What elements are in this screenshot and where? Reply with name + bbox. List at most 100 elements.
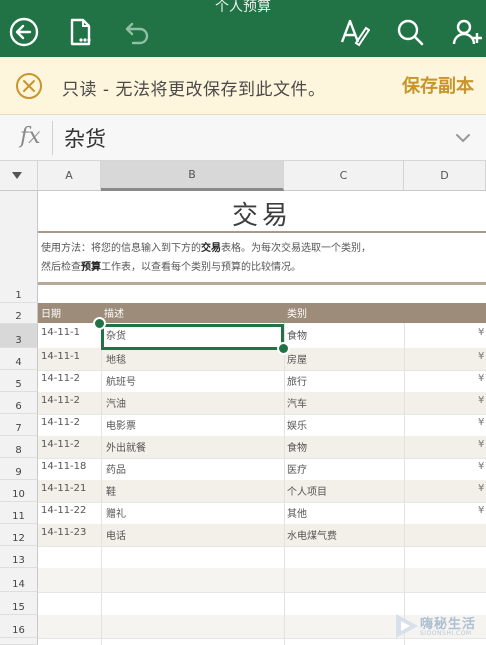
row-header-2[interactable]: 2 xyxy=(0,303,38,324)
undo-button[interactable] xyxy=(119,14,155,50)
gridline xyxy=(38,502,486,503)
read-only-message: 只读 - 无法将更改保存到此文件。 xyxy=(62,80,326,100)
cell-date[interactable]: 14-11-21 xyxy=(41,483,86,494)
row-header-15[interactable]: 15 xyxy=(0,592,38,615)
cell-description[interactable]: 航班号 xyxy=(106,373,136,388)
row-header-8[interactable]: 8 xyxy=(0,436,38,458)
cell-date[interactable]: 14-11-2 xyxy=(41,417,80,428)
gridline xyxy=(101,303,102,645)
file-menu-button[interactable] xyxy=(62,14,98,50)
watermark-play-icon xyxy=(396,614,418,638)
selection-handle-bottom-right[interactable] xyxy=(277,342,290,355)
cell-category[interactable]: 食物 xyxy=(287,327,307,342)
cell-category[interactable]: 水电煤气费 xyxy=(287,527,337,542)
row-header-12[interactable]: 12 xyxy=(0,524,38,546)
cell-description[interactable]: 汽油 xyxy=(106,395,126,410)
cell-category[interactable]: 其他 xyxy=(287,505,307,520)
cell-category[interactable]: 汽车 xyxy=(287,395,307,410)
row-header-4[interactable]: 4 xyxy=(0,348,38,370)
column-header-c[interactable]: C xyxy=(284,161,404,191)
watermark-subtext: SIOONSHI.COM xyxy=(420,630,472,637)
cell-description[interactable]: 药品 xyxy=(106,461,126,476)
cell-category[interactable]: 医疗 xyxy=(287,461,307,476)
row-header-6[interactable]: 6 xyxy=(0,392,38,414)
cell-category[interactable]: 娱乐 xyxy=(287,417,307,432)
cell-description[interactable]: 外出就餐 xyxy=(106,439,146,454)
cell-description[interactable]: 电话 xyxy=(106,527,126,542)
search-button[interactable] xyxy=(392,14,428,50)
cell-date[interactable]: 14-11-23 xyxy=(41,527,86,538)
cell-category[interactable]: 旅行 xyxy=(287,373,307,388)
row-band xyxy=(38,568,486,592)
back-button[interactable] xyxy=(6,14,42,50)
cell-date[interactable]: 14-11-1 xyxy=(41,327,80,338)
row-header-16[interactable]: 16 xyxy=(0,615,38,638)
cell-description[interactable]: 赠礼 xyxy=(106,505,126,520)
gridline xyxy=(404,303,405,645)
cell-amount[interactable]: ¥ xyxy=(478,373,484,384)
watermark-logo: 嗨秘生活 SIOONSHI.COM xyxy=(392,609,486,645)
app-toolbar: 个人预算 xyxy=(0,0,486,57)
header-date[interactable]: 日期 xyxy=(41,305,61,320)
column-header-d[interactable]: D xyxy=(404,161,486,191)
edit-format-icon xyxy=(340,19,370,47)
cell-category[interactable]: 个人项目 xyxy=(287,483,327,498)
search-icon xyxy=(397,19,424,46)
gridline xyxy=(38,592,486,593)
cell-date[interactable]: 14-11-2 xyxy=(41,439,80,450)
row-header-17[interactable] xyxy=(0,638,38,645)
cell-amount[interactable]: ¥ xyxy=(478,327,484,338)
header-description[interactable]: 描述 xyxy=(104,305,124,320)
cell-date[interactable]: 14-11-18 xyxy=(41,461,86,472)
cell-description[interactable]: 电影票 xyxy=(106,417,136,432)
column-header-b[interactable]: B xyxy=(101,161,284,191)
formula-divider xyxy=(52,121,53,155)
cell-selection-outline xyxy=(101,324,284,350)
cell-category[interactable]: 房屋 xyxy=(287,351,307,366)
close-circle-icon[interactable] xyxy=(14,71,44,101)
row-header-9[interactable]: 9 xyxy=(0,458,38,480)
cell-amount[interactable]: ¥ xyxy=(478,505,484,516)
cell-category[interactable]: 食物 xyxy=(287,439,307,454)
row-header-14[interactable]: 14 xyxy=(0,568,38,592)
row-header-10[interactable]: 10 xyxy=(0,480,38,502)
gridline xyxy=(38,458,486,459)
select-all-triangle-icon xyxy=(12,172,22,179)
cell-amount[interactable]: ¥ xyxy=(478,439,484,450)
row-header-5[interactable]: 5 xyxy=(0,370,38,392)
edit-format-button[interactable] xyxy=(336,14,372,50)
cell-date[interactable]: 14-11-2 xyxy=(41,373,80,384)
selection-handle-top-left[interactable] xyxy=(93,317,106,330)
fx-label[interactable]: fx xyxy=(20,124,41,149)
cell-date[interactable]: 14-11-2 xyxy=(41,395,80,406)
cell-amount[interactable]: ¥ xyxy=(478,461,484,472)
gridline xyxy=(38,414,486,415)
cell-date[interactable]: 14-11-1 xyxy=(41,351,80,362)
row-header-3[interactable]: 3 xyxy=(0,324,38,348)
back-icon xyxy=(9,17,39,47)
undo-icon xyxy=(125,22,149,45)
chevron-down-icon[interactable] xyxy=(454,129,472,147)
cell-description[interactable]: 鞋 xyxy=(106,483,116,498)
cell-date[interactable]: 14-11-22 xyxy=(41,505,86,516)
row-header-11[interactable]: 11 xyxy=(0,502,38,524)
read-only-banner: 只读 - 无法将更改保存到此文件。 保存副本 xyxy=(0,57,486,115)
cell-amount[interactable]: ¥ xyxy=(478,417,484,428)
header-category[interactable]: 类别 xyxy=(287,305,307,320)
row-header-7[interactable]: 7 xyxy=(0,414,38,436)
formula-input[interactable]: 杂货 xyxy=(64,123,106,153)
cell-description[interactable]: 地毯 xyxy=(106,351,126,366)
row-header-13[interactable]: 13 xyxy=(0,546,38,568)
instructions-divider xyxy=(38,282,486,285)
instructions-line-1: 使用方法：将您的信息输入到下方的交易表格。为每次交易选取一个类别， xyxy=(41,243,371,254)
cell-amount[interactable]: ¥ xyxy=(478,351,484,362)
cell-amount[interactable]: ¥ xyxy=(478,395,484,406)
row-header-1[interactable]: 1 xyxy=(0,191,38,303)
column-header-a[interactable]: A xyxy=(38,161,101,191)
title-divider xyxy=(38,231,486,233)
share-button[interactable] xyxy=(448,14,484,50)
save-copy-button[interactable]: 保存副本 xyxy=(402,72,474,98)
share-add-person-icon xyxy=(452,19,482,45)
instructions-line-2: 然后检查预算工作表，以查看每个类别与预算的比较情况。 xyxy=(41,262,301,273)
cell-amount[interactable]: ¥ xyxy=(478,483,484,494)
